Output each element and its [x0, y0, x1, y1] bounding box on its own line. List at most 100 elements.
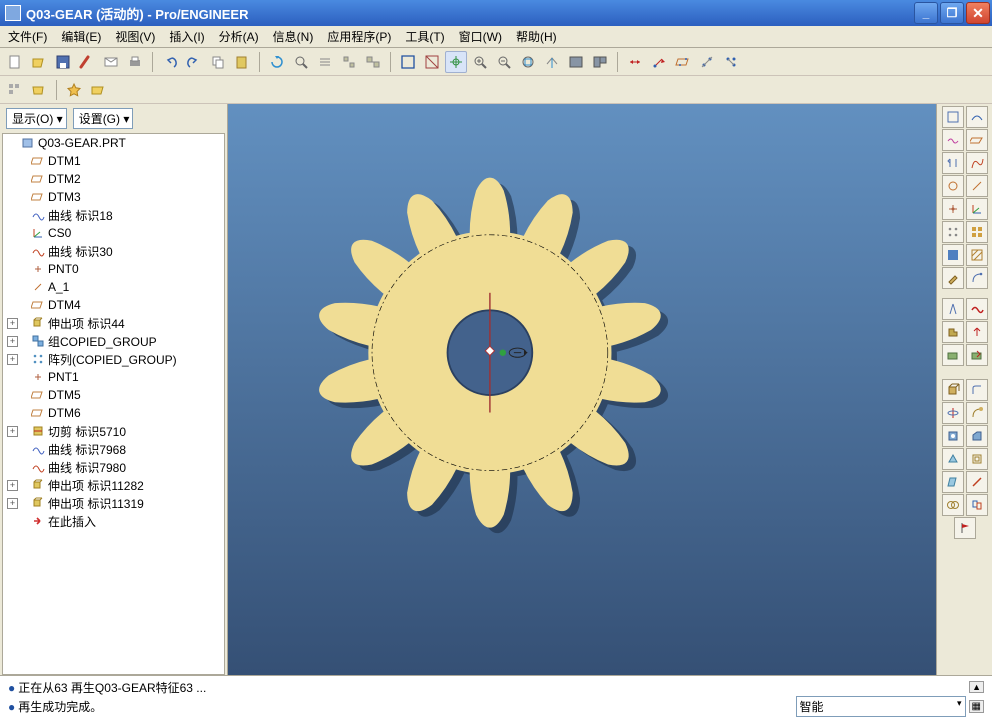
- display-combo[interactable]: 显示(O) ▾: [6, 108, 67, 129]
- tool-surface[interactable]: [942, 344, 964, 366]
- sel-filter-button[interactable]: ▦: [969, 700, 984, 713]
- tool-plane[interactable]: [966, 129, 988, 151]
- new-button[interactable]: [4, 51, 26, 73]
- undo-button[interactable]: [159, 51, 181, 73]
- menu-window[interactable]: 窗口(W): [455, 26, 506, 47]
- tool-blue-box[interactable]: [942, 244, 964, 266]
- parameter-button[interactable]: [362, 51, 384, 73]
- tool-hatch[interactable]: [966, 244, 988, 266]
- tool-spline[interactable]: [966, 152, 988, 174]
- tool-chamfer45[interactable]: [966, 425, 988, 447]
- settings-combo[interactable]: 设置(G) ▾: [73, 108, 134, 129]
- axis-display-button[interactable]: [696, 51, 718, 73]
- tool-curve[interactable]: [966, 106, 988, 128]
- display-dim-button[interactable]: [624, 51, 646, 73]
- tool-revolve-axis[interactable]: [942, 402, 964, 424]
- minimize-button[interactable]: _: [914, 2, 938, 24]
- tree-item[interactable]: PNT0: [3, 260, 224, 278]
- tool-surface-red[interactable]: [966, 344, 988, 366]
- tool-profile[interactable]: [942, 321, 964, 343]
- marker-button[interactable]: [76, 51, 98, 73]
- menu-tools[interactable]: 工具(T): [401, 26, 448, 47]
- open-button[interactable]: [28, 51, 50, 73]
- menu-edit[interactable]: 编辑(E): [57, 26, 105, 47]
- tree-item[interactable]: CS0: [3, 224, 224, 242]
- menu-file[interactable]: 文件(F): [4, 26, 51, 47]
- saved-views-button[interactable]: [565, 51, 587, 73]
- tool-wave[interactable]: [942, 129, 964, 151]
- zoom-in-button[interactable]: [469, 51, 491, 73]
- tool-hole[interactable]: [942, 425, 964, 447]
- tool-fillet[interactable]: [966, 379, 988, 401]
- folder-tab[interactable]: [28, 79, 50, 101]
- graphics-canvas[interactable]: [228, 104, 936, 675]
- tool-up-arrow[interactable]: [966, 321, 988, 343]
- zoom-out-button[interactable]: [493, 51, 515, 73]
- tree-expand-icon[interactable]: +: [7, 318, 18, 329]
- reorient-button[interactable]: [541, 51, 563, 73]
- copy-button[interactable]: [207, 51, 229, 73]
- tree-expand-icon[interactable]: +: [7, 336, 18, 347]
- tree-item[interactable]: 曲线 标识30: [3, 242, 224, 260]
- tree-item[interactable]: A_1: [3, 278, 224, 296]
- regen-button[interactable]: [266, 51, 288, 73]
- tool-red-wave[interactable]: [966, 298, 988, 320]
- email-button[interactable]: [100, 51, 122, 73]
- relations-button[interactable]: [338, 51, 360, 73]
- paste-button[interactable]: [231, 51, 253, 73]
- menu-help[interactable]: 帮助(H): [512, 26, 561, 47]
- tree-expand-icon[interactable]: +: [7, 354, 18, 365]
- tool-merge[interactable]: [942, 494, 964, 516]
- model-tree[interactable]: Q03-GEAR.PRTDTM1DTM2DTM3曲线 标识18CS0曲线 标识3…: [2, 133, 225, 675]
- tree-expand-icon[interactable]: +: [7, 480, 18, 491]
- menu-analysis[interactable]: 分析(A): [215, 26, 263, 47]
- named-view-list-button[interactable]: [421, 51, 443, 73]
- tool-sketch[interactable]: [942, 106, 964, 128]
- tool-copy-geom[interactable]: [966, 494, 988, 516]
- tree-item[interactable]: DTM3: [3, 188, 224, 206]
- tool-sweep[interactable]: [966, 402, 988, 424]
- tree-expand-icon[interactable]: +: [7, 498, 18, 509]
- csys-display-button[interactable]: [648, 51, 670, 73]
- close-button[interactable]: ✕: [966, 2, 990, 24]
- tree-item[interactable]: 在此插入: [3, 512, 224, 530]
- tree-expand-icon[interactable]: +: [7, 426, 18, 437]
- tool-pattern[interactable]: [942, 221, 964, 243]
- tree-item[interactable]: Q03-GEAR.PRT: [3, 134, 224, 152]
- tree-item[interactable]: +伸出项 标识11319: [3, 494, 224, 512]
- tree-item[interactable]: DTM6: [3, 404, 224, 422]
- tool-point[interactable]: [942, 198, 964, 220]
- tree-item[interactable]: +组COPIED_GROUP: [3, 332, 224, 350]
- tool-arc-edit[interactable]: [966, 267, 988, 289]
- scroll-up-icon[interactable]: ▲: [969, 681, 984, 693]
- mapkeys-button[interactable]: [589, 51, 611, 73]
- redo-button[interactable]: [183, 51, 205, 73]
- layers-button[interactable]: [397, 51, 419, 73]
- tree-item[interactable]: PNT1: [3, 368, 224, 386]
- tool-straight-line[interactable]: [966, 471, 988, 493]
- tree-item[interactable]: +伸出项 标识11282: [3, 476, 224, 494]
- tool-sketch-pencil[interactable]: [942, 267, 964, 289]
- tree-item[interactable]: DTM1: [3, 152, 224, 170]
- tree-item[interactable]: DTM4: [3, 296, 224, 314]
- tool-shell[interactable]: [966, 448, 988, 470]
- tool-grid[interactable]: [966, 221, 988, 243]
- info-list-button[interactable]: [314, 51, 336, 73]
- maximize-button[interactable]: ❐: [940, 2, 964, 24]
- search-tool-button[interactable]: [290, 51, 312, 73]
- tree-item[interactable]: DTM5: [3, 386, 224, 404]
- menu-app[interactable]: 应用程序(P): [323, 26, 395, 47]
- tool-extrude-box[interactable]: [942, 379, 964, 401]
- tool-csys-right[interactable]: [966, 198, 988, 220]
- plane-display-button[interactable]: [672, 51, 694, 73]
- tool-draft[interactable]: [942, 471, 964, 493]
- tool-compass[interactable]: [942, 298, 964, 320]
- save-button[interactable]: [52, 51, 74, 73]
- refit-button[interactable]: [517, 51, 539, 73]
- tree-item[interactable]: +阵列(COPIED_GROUP): [3, 350, 224, 368]
- tool-mirror[interactable]: [942, 152, 964, 174]
- tool-round[interactable]: [942, 175, 964, 197]
- tree-item[interactable]: +切剪 标识5710: [3, 422, 224, 440]
- tree-item[interactable]: DTM2: [3, 170, 224, 188]
- menu-info[interactable]: 信息(N): [269, 26, 318, 47]
